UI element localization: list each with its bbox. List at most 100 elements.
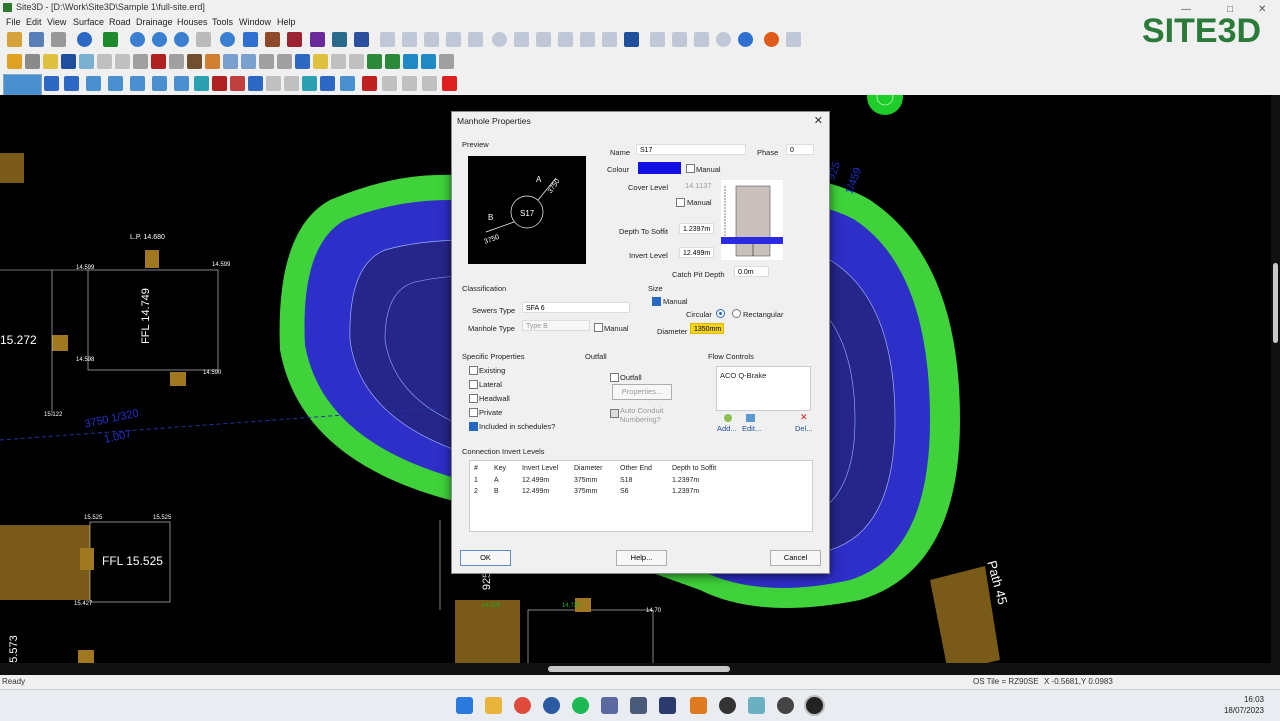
- snap-line-icon[interactable]: [424, 32, 439, 47]
- site3d-active-icon[interactable]: [806, 697, 823, 714]
- delete-network-icon[interactable]: [362, 76, 377, 91]
- pipe-split-icon[interactable]: [174, 76, 189, 91]
- catchment-icon[interactable]: [302, 76, 317, 91]
- app-icon-blue[interactable]: [543, 697, 560, 714]
- report-icon[interactable]: [786, 32, 801, 47]
- rotate-icon[interactable]: [738, 32, 753, 47]
- depth-soffit-input[interactable]: 1.2397m: [679, 223, 714, 234]
- surface-shade-icon[interactable]: [265, 32, 280, 47]
- network-icon[interactable]: [284, 76, 299, 91]
- plot-icon[interactable]: [187, 54, 202, 69]
- file-explorer-icon[interactable]: [485, 697, 502, 714]
- pipe-delete-icon[interactable]: [152, 76, 167, 91]
- back-icon[interactable]: [77, 32, 92, 47]
- menu-help[interactable]: Help: [277, 15, 296, 29]
- snap-centre-icon[interactable]: [492, 32, 507, 47]
- view-2d3d-icon[interactable]: [243, 32, 258, 47]
- phase-input[interactable]: 0: [786, 144, 814, 155]
- pipe-join-icon[interactable]: [108, 76, 123, 91]
- close-toolbar-icon[interactable]: [442, 76, 457, 91]
- circular-radio[interactable]: [716, 309, 725, 318]
- outfall-checkbox[interactable]: [610, 373, 619, 382]
- menu-houses[interactable]: Houses: [177, 15, 208, 29]
- edit-flow-button[interactable]: Edit...: [742, 424, 761, 433]
- snap-quad-icon[interactable]: [558, 32, 573, 47]
- draw-circle-icon[interactable]: [716, 32, 731, 47]
- schedule-icon[interactable]: [266, 76, 281, 91]
- plot-house-icon[interactable]: [295, 54, 310, 69]
- snap-end-icon[interactable]: [580, 32, 595, 47]
- house-icon[interactable]: [133, 54, 148, 69]
- snap-arc-icon[interactable]: [468, 32, 483, 47]
- sublime-icon[interactable]: [690, 697, 707, 714]
- add-flow-icon[interactable]: [724, 414, 732, 422]
- start-icon[interactable]: [456, 697, 473, 714]
- snap-mid-icon[interactable]: [514, 32, 529, 47]
- manhole-type-manual-checkbox[interactable]: [594, 323, 603, 332]
- editor-icon[interactable]: [659, 697, 676, 714]
- network-tool-icon[interactable]: [601, 697, 618, 714]
- horizontal-scrollbar[interactable]: [0, 663, 1272, 675]
- levels-label-icon[interactable]: [382, 76, 397, 91]
- table-row[interactable]: 2 B 12.499m 375mm S6 1.2397m: [470, 486, 810, 497]
- menu-road[interactable]: Road: [109, 15, 131, 29]
- draw-measure-icon[interactable]: [694, 32, 709, 47]
- existing-checkbox[interactable]: [469, 366, 478, 375]
- storage-icon[interactable]: [320, 76, 335, 91]
- water-icon[interactable]: [421, 54, 436, 69]
- building-icon[interactable]: [259, 54, 274, 69]
- pipe-draw-icon[interactable]: [86, 76, 101, 91]
- annotate-icon[interactable]: [422, 76, 437, 91]
- schedules-checkbox[interactable]: [469, 422, 478, 431]
- manhole-icon[interactable]: [64, 76, 79, 91]
- surface-icon[interactable]: [79, 54, 94, 69]
- garden-icon[interactable]: [205, 54, 220, 69]
- drain-icon[interactable]: [223, 54, 238, 69]
- section-icon[interactable]: [230, 76, 245, 91]
- lateral-checkbox[interactable]: [469, 380, 478, 389]
- horizontal-scroll-thumb[interactable]: [548, 666, 730, 672]
- rectangular-radio[interactable]: [732, 309, 741, 318]
- dialog-close-icon[interactable]: ✕: [814, 114, 823, 127]
- snap-point-icon[interactable]: [380, 32, 395, 47]
- fence-icon[interactable]: [313, 54, 328, 69]
- surface-map-icon[interactable]: [332, 32, 347, 47]
- outfall-properties-button[interactable]: Properties...: [612, 384, 672, 400]
- catch-pit-input[interactable]: 0.0m: [734, 266, 769, 277]
- warning-icon[interactable]: [764, 32, 779, 47]
- manhole-type-select[interactable]: Type B: [522, 320, 590, 331]
- print-icon[interactable]: [51, 32, 66, 47]
- gully-icon[interactable]: [241, 54, 256, 69]
- edit-flow-icon[interactable]: [746, 414, 755, 422]
- table-row[interactable]: 1 A 12.499m 375mm S18 1.2397m: [470, 475, 810, 486]
- sewers-type-select[interactable]: SFA 6: [522, 302, 630, 313]
- design-icon[interactable]: [340, 76, 355, 91]
- snap-node-icon[interactable]: [536, 32, 551, 47]
- draw-line-icon[interactable]: [650, 32, 665, 47]
- site3d-alt-icon[interactable]: [777, 697, 794, 714]
- grid-icon[interactable]: [331, 54, 346, 69]
- add-flow-button[interactable]: Add...: [717, 424, 737, 433]
- footpath-icon[interactable]: [115, 54, 130, 69]
- long-section-icon[interactable]: [248, 76, 263, 91]
- kerb-icon[interactable]: [97, 54, 112, 69]
- snap-near-icon[interactable]: [602, 32, 617, 47]
- vertical-scrollbar[interactable]: [1271, 95, 1280, 675]
- site3d-taskbar-icon[interactable]: [719, 697, 736, 714]
- table-icon[interactable]: [349, 54, 364, 69]
- diameter-input[interactable]: 1350mm: [690, 323, 724, 334]
- snap-intersect-icon[interactable]: [402, 32, 417, 47]
- pencil-icon[interactable]: [7, 54, 22, 69]
- menu-view[interactable]: View: [47, 15, 66, 29]
- flow-control-item[interactable]: ACO Q-Brake: [720, 371, 766, 380]
- menu-drainage[interactable]: Drainage: [136, 15, 173, 29]
- ok-button[interactable]: OK: [460, 550, 511, 566]
- chrome-icon[interactable]: [514, 697, 531, 714]
- label-icon[interactable]: [402, 76, 417, 91]
- garage-icon[interactable]: [169, 54, 184, 69]
- vertical-scroll-thumb[interactable]: [1273, 263, 1278, 343]
- text-icon[interactable]: [403, 54, 418, 69]
- auto-conduit-checkbox[interactable]: [610, 409, 619, 418]
- draw-dim-icon[interactable]: [672, 32, 687, 47]
- surface-render-icon[interactable]: [310, 32, 325, 47]
